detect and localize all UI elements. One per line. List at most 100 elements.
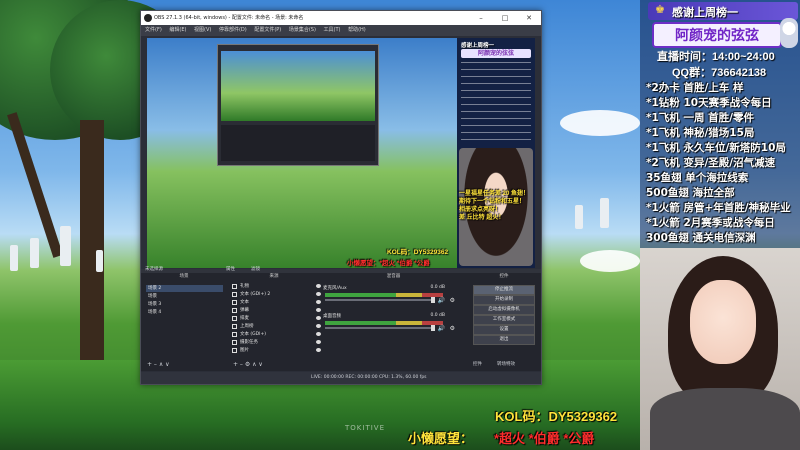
minimize-icon[interactable]: – xyxy=(469,11,493,25)
obs-window: OBS 27.1.3 (64-bit, windows) - 配置文件: 未命名… xyxy=(140,10,542,385)
source-label: 弹幕 xyxy=(240,308,249,313)
controls-header: 控件 xyxy=(499,274,509,279)
close-icon[interactable]: ✕ xyxy=(517,11,541,25)
scene-item[interactable]: 场景 xyxy=(146,293,223,300)
add-source-icon[interactable]: + – ⚙ ∧ ∨ xyxy=(233,361,263,368)
mixer-channel-db: 0.0 dB xyxy=(430,313,445,318)
source-label: 排麦 xyxy=(240,316,249,321)
no-source-label: 未选择源 xyxy=(145,267,163,272)
menu-view[interactable]: 视图(V) xyxy=(194,27,211,33)
eye-icon[interactable] xyxy=(316,300,321,304)
browser-icon xyxy=(232,316,237,321)
virtual-camera-button[interactable]: 启动虚拟摄像机 xyxy=(473,305,535,315)
scene-item[interactable]: 场景 3 xyxy=(146,301,223,308)
audio-meter xyxy=(325,321,443,325)
menu-tools[interactable]: 工具(T) xyxy=(324,27,341,33)
source-item[interactable]: 图片 xyxy=(231,347,325,354)
source-item[interactable]: 弹幕 xyxy=(231,307,325,314)
start-recording-button[interactable]: 开始录制 xyxy=(473,295,535,305)
schedule-item: *1飞机 永久车位/新塔防10局 xyxy=(646,142,786,154)
add-scene-icon[interactable]: + – ∧ ∨ xyxy=(147,361,170,368)
eye-icon[interactable] xyxy=(316,316,321,320)
source-type-icon xyxy=(232,284,237,289)
webcam-face xyxy=(690,280,756,364)
filters-button[interactable]: 滤镜 xyxy=(251,266,260,272)
stone-pillar xyxy=(600,198,609,228)
menu-docks[interactable]: 停靠部件(D) xyxy=(219,27,247,33)
preview-kol: KOL码：DY5329362 xyxy=(387,249,449,256)
mixer-channel-name: 麦克风/Aux xyxy=(323,286,347,291)
image-icon xyxy=(232,348,237,353)
settings-button[interactable]: 设置 xyxy=(473,325,535,335)
scene-item[interactable]: 场景 2 xyxy=(146,285,223,292)
window-title: OBS 27.1.3 (64-bit, windows) - 配置文件: 未命名… xyxy=(154,15,304,21)
gear-icon[interactable]: ⚙ xyxy=(450,297,455,304)
text-icon xyxy=(232,332,237,337)
speaker-icon[interactable]: 🔊 xyxy=(438,325,445,332)
top-fan-name: 阿颜宠的弦弦 xyxy=(652,22,782,48)
menu-file[interactable]: 文件(F) xyxy=(145,27,162,33)
kol-code: KOL码：DY5329362 xyxy=(495,409,618,424)
schedule-item: 300鱼翅 通关电信深渊 xyxy=(646,232,756,244)
schedule-item: *1飞机 神秘/猎场15局 xyxy=(646,127,755,139)
source-item[interactable]: 文本 (GDI+) xyxy=(231,331,325,338)
eye-icon[interactable] xyxy=(316,332,321,336)
source-label: 上周榜 xyxy=(240,324,254,329)
nested-preview xyxy=(221,51,375,121)
source-item[interactable]: 摄影任务 xyxy=(231,339,325,346)
source-label: 礼物 xyxy=(240,284,249,289)
text-icon xyxy=(232,292,237,297)
schedule-item: *1钻粉 10天赛季战令每日 xyxy=(646,97,772,109)
browser-icon xyxy=(232,308,237,313)
exit-button[interactable]: 退出 xyxy=(473,335,535,345)
callout-line: 期待下一个钻粉和五星！ xyxy=(459,199,526,205)
webcam-sweater xyxy=(650,388,800,450)
source-item[interactable]: 排麦 xyxy=(231,315,325,322)
schedule-item: *2飞机 变异/圣殿/沼气减速 xyxy=(646,157,776,169)
eye-icon[interactable] xyxy=(316,324,321,328)
volume-slider[interactable] xyxy=(325,297,435,303)
source-item[interactable]: 文本 xyxy=(231,299,325,306)
menu-scene-collection[interactable]: 场景集合(S) xyxy=(289,27,316,33)
schedule-item: *1火箭 2月赛季或战令每日 xyxy=(646,217,775,229)
text-icon xyxy=(232,324,237,329)
mixer-channel-name: 桌面音频 xyxy=(323,314,341,319)
schedule-item: *2办卡 首胜/上车 样 xyxy=(646,82,744,94)
obs-logo-icon xyxy=(144,14,152,22)
stone-pillar xyxy=(30,238,39,268)
eye-icon[interactable] xyxy=(316,284,321,288)
eye-icon[interactable] xyxy=(316,348,321,352)
scene-item[interactable]: 场景 4 xyxy=(146,309,223,316)
wish-label: 小懒愿望： xyxy=(408,431,474,446)
source-item[interactable]: 文本 (GDI+) 2 xyxy=(231,291,325,298)
schedule-item: 35鱼翅 单个海拉线索 xyxy=(646,172,749,184)
studio-mode-button[interactable]: 工作室模式 xyxy=(473,315,535,325)
slider-handle[interactable] xyxy=(431,325,435,331)
mixer-header: 混音器 xyxy=(386,274,401,279)
qq-group: QQ群：736642138 xyxy=(672,67,767,79)
ranking-header: 感谢上周榜一 xyxy=(672,7,738,19)
volume-slider[interactable] xyxy=(325,325,435,331)
slider-handle[interactable] xyxy=(431,297,435,303)
stop-streaming-button[interactable]: 停止推流 xyxy=(473,285,535,295)
menu-edit[interactable]: 编辑(E) xyxy=(169,27,186,33)
source-item[interactable]: 上周榜 xyxy=(231,323,325,330)
menu-profile[interactable]: 配置文件(P) xyxy=(254,27,281,33)
eye-icon[interactable] xyxy=(316,308,321,312)
eye-icon[interactable] xyxy=(316,292,321,296)
eye-icon[interactable] xyxy=(316,340,321,344)
properties-button[interactable]: 属性 xyxy=(226,266,235,272)
gear-icon[interactable]: ⚙ xyxy=(450,325,455,332)
sources-header: 来源 xyxy=(269,274,279,279)
source-label: 摄影任务 xyxy=(240,340,258,345)
source-item[interactable]: 礼物 xyxy=(231,283,325,290)
maximize-icon[interactable]: □ xyxy=(493,11,517,25)
tab-transitions[interactable]: 转场特效 xyxy=(497,361,515,367)
mascot-icon xyxy=(780,18,798,48)
tab-controls[interactable]: 控件 xyxy=(473,361,482,367)
obs-preview[interactable]: 感谢上周榜一 阿颜宠的弦弦 一星福星任务差 20 鱼翅！ 期待下一个钻粉和五星！… xyxy=(147,38,535,268)
preview-overlay-panel: 感谢上周榜一 阿颜宠的弦弦 xyxy=(457,38,535,268)
menu-help[interactable]: 帮助(H) xyxy=(348,27,366,33)
schedule-item: *1火箭 房管+年首胜/神秘毕业 xyxy=(646,202,791,214)
speaker-icon[interactable]: 🔊 xyxy=(438,297,445,304)
